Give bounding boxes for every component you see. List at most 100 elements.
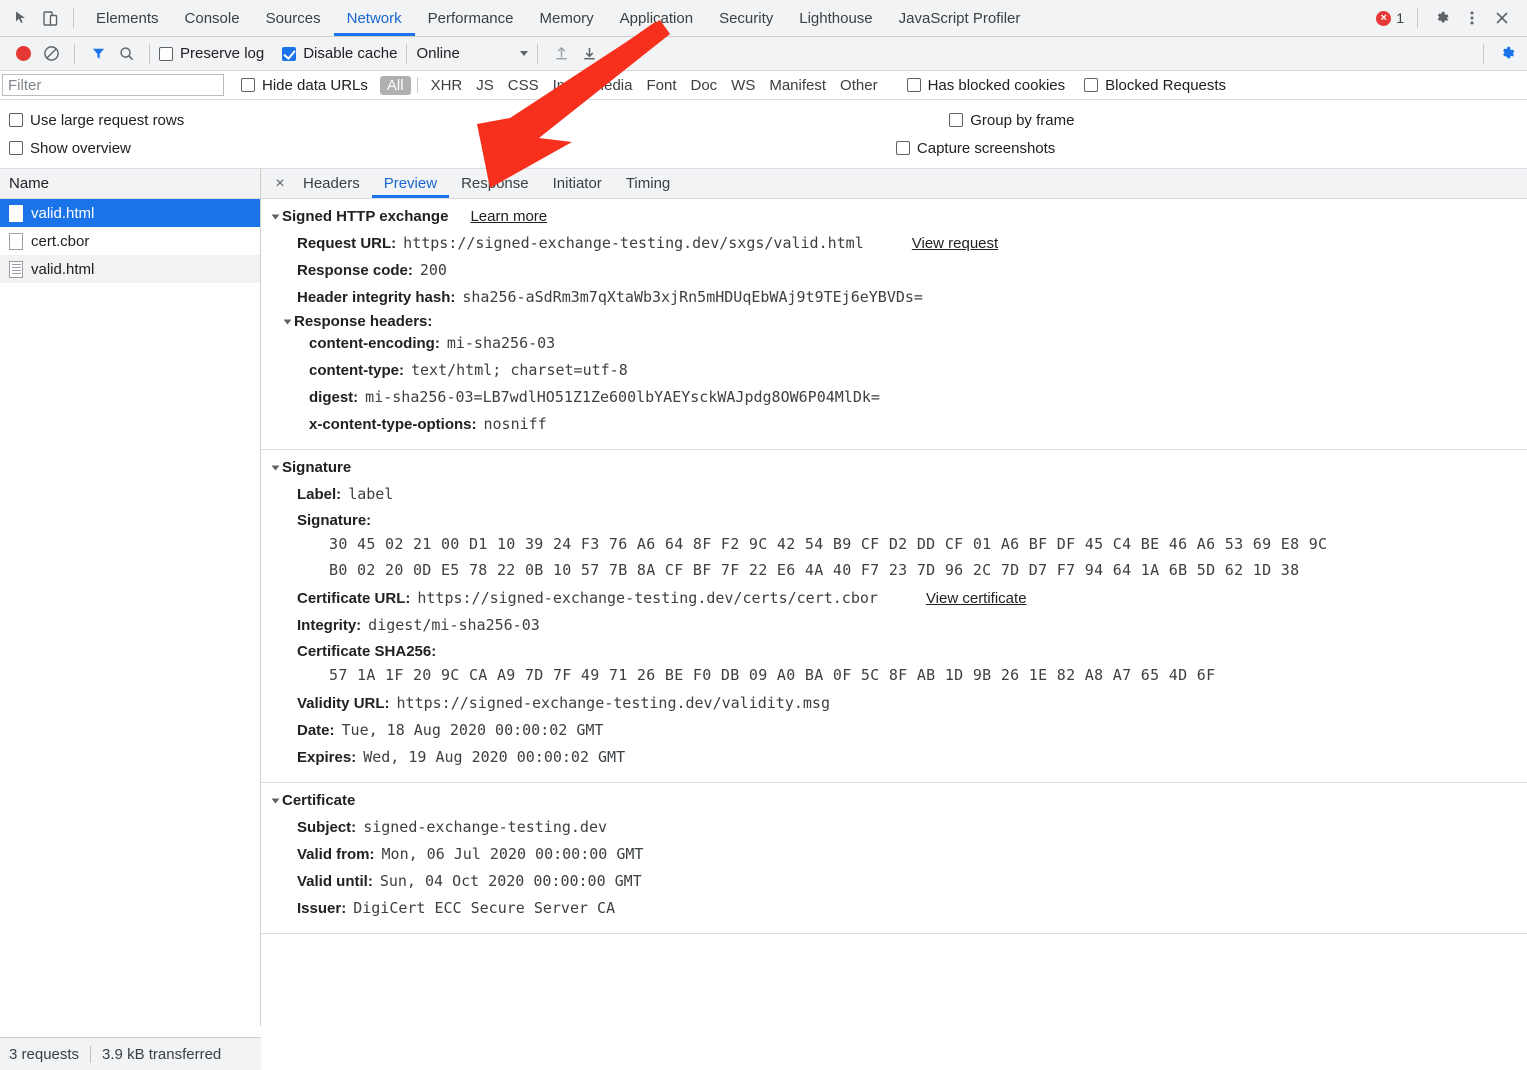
request-url-row: Request URL: https://signed-exchange-tes… xyxy=(273,230,1527,257)
chevron-down-icon[interactable] xyxy=(284,319,292,324)
group-by-frame-label: Group by frame xyxy=(970,112,1074,129)
throttling-dropdown[interactable]: Online xyxy=(416,45,528,62)
label-value: label xyxy=(348,485,393,504)
tab-security[interactable]: Security xyxy=(706,0,786,36)
import-har-icon[interactable] xyxy=(547,41,575,67)
disable-cache-checkbox[interactable]: Disable cache xyxy=(282,45,397,62)
chevron-down-icon[interactable] xyxy=(272,214,280,219)
tab-console[interactable]: Console xyxy=(172,0,253,36)
request-url-label: Request URL: xyxy=(297,234,396,253)
header-integrity-label: Header integrity hash: xyxy=(297,288,455,307)
type-filter-font[interactable]: Font xyxy=(639,76,683,95)
header-value: nosniff xyxy=(483,415,546,434)
response-header-row: x-content-type-options: nosniff xyxy=(273,411,1527,438)
checkbox-box xyxy=(896,141,910,155)
type-filter-img[interactable]: Img xyxy=(546,76,585,95)
clear-button[interactable] xyxy=(37,41,65,67)
tab-response[interactable]: Response xyxy=(449,169,541,198)
status-divider xyxy=(90,1046,91,1063)
view-certificate-link[interactable]: View certificate xyxy=(926,589,1027,608)
header-name: content-type: xyxy=(309,361,404,380)
certificate-url-row: Certificate URL: https://signed-exchange… xyxy=(273,583,1527,612)
issuer-value: DigiCert ECC Secure Server CA xyxy=(353,899,615,918)
type-filter-css[interactable]: CSS xyxy=(501,76,546,95)
tab-elements[interactable]: Elements xyxy=(83,0,172,36)
tab-sources[interactable]: Sources xyxy=(253,0,334,36)
preserve-log-label: Preserve log xyxy=(180,45,264,62)
chevron-down-icon[interactable] xyxy=(272,798,280,803)
view-request-link[interactable]: View request xyxy=(912,234,998,253)
signature-label: Signature: xyxy=(273,508,1527,531)
record-dot-icon xyxy=(16,46,31,61)
integrity-value: digest/mi-sha256-03 xyxy=(368,616,540,635)
section-title[interactable]: Signed HTTP exchange xyxy=(282,208,448,225)
response-code-value: 200 xyxy=(420,261,447,280)
tab-memory[interactable]: Memory xyxy=(527,0,607,36)
filter-input[interactable] xyxy=(2,74,224,96)
inspect-element-icon[interactable] xyxy=(8,5,36,31)
table-row[interactable]: valid.html xyxy=(0,255,260,283)
devtools-tab-bar: Elements Console Sources Network Perform… xyxy=(0,0,1527,37)
filter-row: Hide data URLs All XHR JS CSS Img Media … xyxy=(0,71,1527,100)
capture-screenshots-checkbox[interactable]: Capture screenshots xyxy=(896,140,1055,157)
hide-data-urls-label: Hide data URLs xyxy=(262,77,368,94)
type-filter-doc[interactable]: Doc xyxy=(683,76,724,95)
tab-timing[interactable]: Timing xyxy=(614,169,682,198)
type-divider xyxy=(417,77,418,93)
has-blocked-cookies-checkbox[interactable]: Has blocked cookies xyxy=(907,77,1066,94)
search-icon[interactable] xyxy=(112,41,140,67)
type-filter-js[interactable]: JS xyxy=(469,76,501,95)
header-name: content-encoding: xyxy=(309,334,440,353)
gear-icon[interactable] xyxy=(1427,4,1457,32)
tab-javascript-profiler[interactable]: JavaScript Profiler xyxy=(886,0,1034,36)
type-filter-other[interactable]: Other xyxy=(833,76,885,95)
learn-more-link[interactable]: Learn more xyxy=(470,208,547,225)
device-toolbar-icon[interactable] xyxy=(36,5,64,31)
tab-initiator[interactable]: Initiator xyxy=(541,169,614,198)
type-filter-all[interactable]: All xyxy=(380,76,411,95)
date-row: Date: Tue, 18 Aug 2020 00:00:02 GMT xyxy=(273,717,1527,744)
chevron-down-icon xyxy=(520,51,528,56)
tab-headers[interactable]: Headers xyxy=(291,169,372,198)
expires-value: Wed, 19 Aug 2020 00:00:02 GMT xyxy=(363,748,625,767)
tab-preview[interactable]: Preview xyxy=(372,169,449,198)
header-value: mi-sha256-03=LB7wdlHO51Z1Ze600lbYAEYsckW… xyxy=(365,388,880,407)
use-large-request-rows-checkbox[interactable]: Use large request rows xyxy=(9,112,184,129)
response-headers-label[interactable]: Response headers: xyxy=(294,313,432,330)
table-row[interactable]: valid.html xyxy=(0,199,260,227)
tab-lighthouse[interactable]: Lighthouse xyxy=(786,0,885,36)
tab-application[interactable]: Application xyxy=(607,0,706,36)
request-list-pane: Name valid.html cert.cbor valid.html xyxy=(0,169,261,1026)
close-icon[interactable] xyxy=(1487,4,1517,32)
type-filter-media[interactable]: Media xyxy=(585,76,640,95)
section-title[interactable]: Certificate xyxy=(282,792,355,809)
export-har-icon[interactable] xyxy=(575,41,603,67)
chevron-down-icon[interactable] xyxy=(272,465,280,470)
close-icon[interactable]: × xyxy=(269,173,291,195)
record-button[interactable] xyxy=(9,41,37,67)
request-list-header[interactable]: Name xyxy=(0,169,260,199)
header-name: digest: xyxy=(309,388,358,407)
type-filter-xhr[interactable]: XHR xyxy=(424,76,470,95)
has-blocked-cookies-label: Has blocked cookies xyxy=(928,77,1066,94)
show-overview-checkbox[interactable]: Show overview xyxy=(9,140,131,157)
network-settings-gear-icon[interactable] xyxy=(1493,41,1521,67)
request-detail-pane: × Headers Preview Response Initiator Tim… xyxy=(261,169,1527,1026)
error-count-badge[interactable]: × 1 xyxy=(1376,10,1404,26)
preserve-log-checkbox[interactable]: Preserve log xyxy=(159,45,264,62)
tab-performance[interactable]: Performance xyxy=(415,0,527,36)
group-by-frame-checkbox[interactable]: Group by frame xyxy=(949,112,1074,129)
document-icon xyxy=(9,233,23,250)
hide-data-urls-checkbox[interactable]: Hide data URLs xyxy=(241,77,368,94)
table-row[interactable]: cert.cbor xyxy=(0,227,260,255)
section-title[interactable]: Signature xyxy=(282,459,351,476)
document-text-icon xyxy=(9,261,23,278)
tab-network[interactable]: Network xyxy=(334,0,415,36)
type-filter-manifest[interactable]: Manifest xyxy=(762,76,833,95)
response-code-label: Response code: xyxy=(297,261,413,280)
type-filter-ws[interactable]: WS xyxy=(724,76,762,95)
filter-funnel-icon[interactable] xyxy=(84,41,112,67)
more-vertical-icon[interactable] xyxy=(1457,4,1487,32)
blocked-requests-checkbox[interactable]: Blocked Requests xyxy=(1084,77,1226,94)
expires-label: Expires: xyxy=(297,748,356,767)
